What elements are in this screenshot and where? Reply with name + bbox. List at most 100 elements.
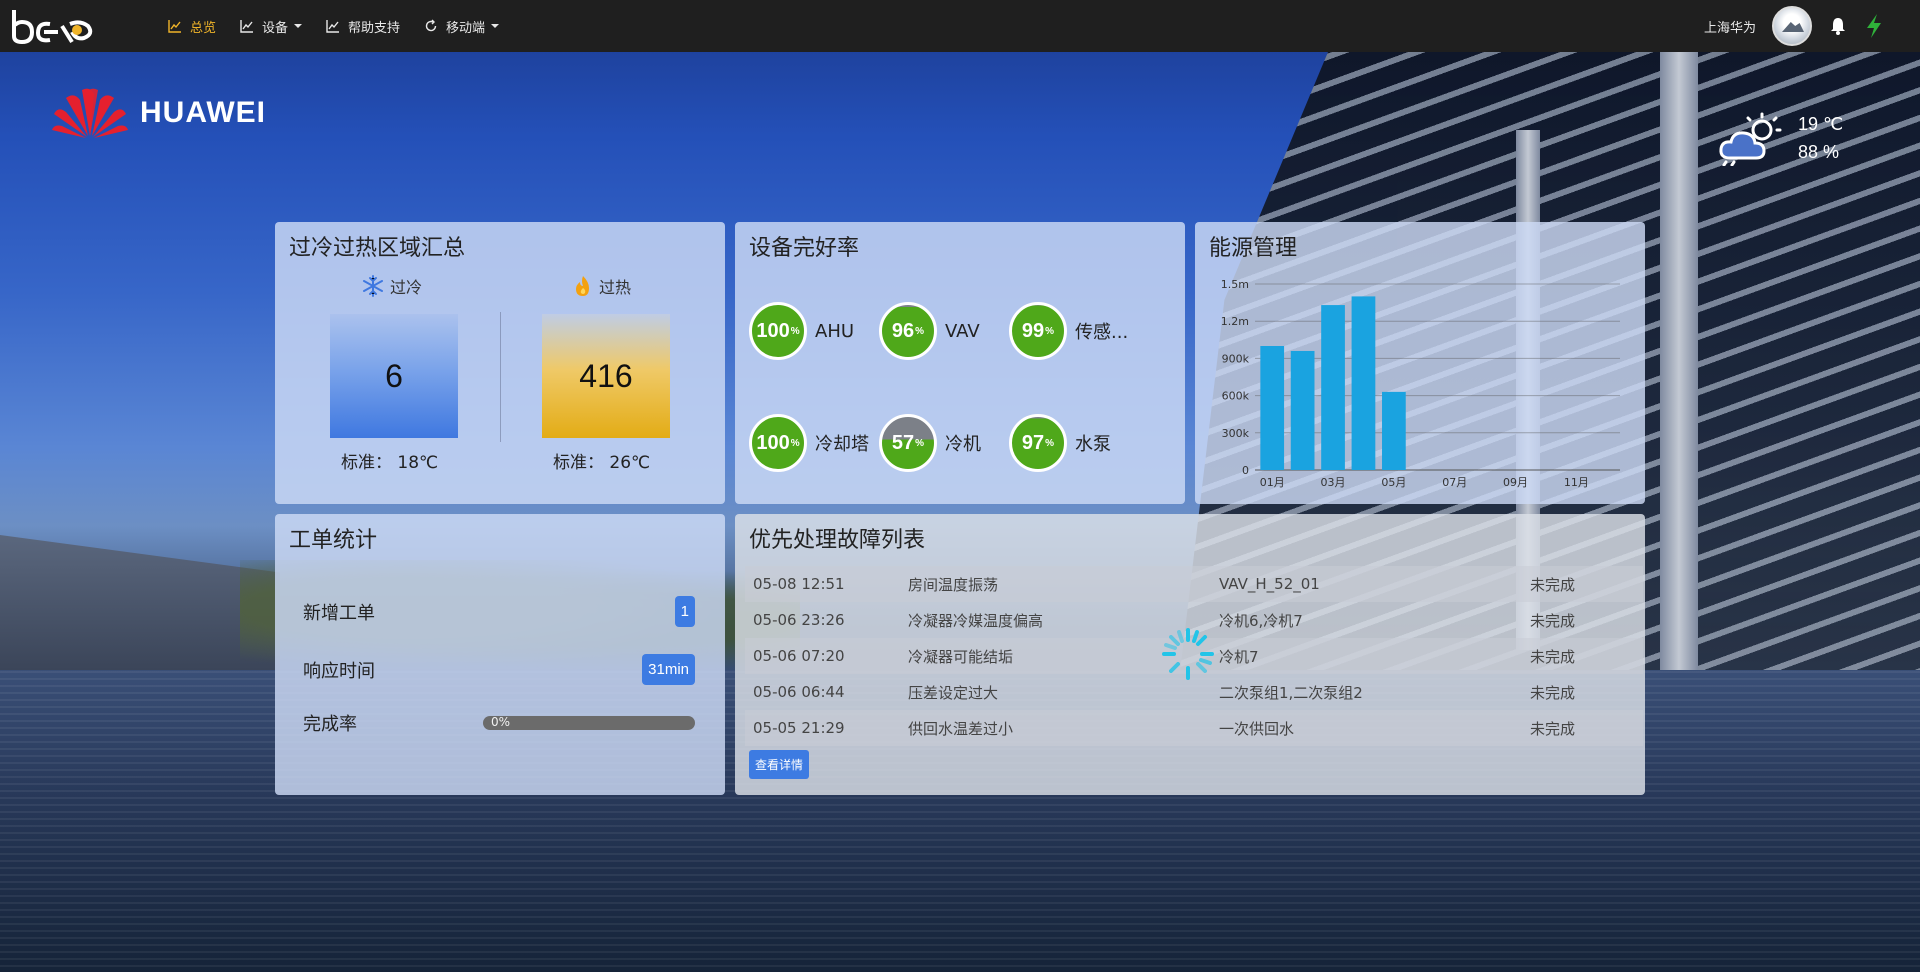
x-tick-label: 11月 <box>1564 476 1589 489</box>
energy-bar[interactable] <box>1321 305 1345 470</box>
caret-down-icon <box>294 24 303 28</box>
column-divider <box>500 312 501 442</box>
rate-value: 100 <box>756 431 790 454</box>
view-details-button[interactable]: 查看详情 <box>749 750 810 779</box>
energy-bar[interactable] <box>1351 296 1376 470</box>
fault-status-cell: 未完成 <box>1530 611 1576 630</box>
table-row[interactable]: 05-08 12:51 房间温度振荡 VAV_H_52_01 未完成 <box>745 566 1643 602</box>
energy-panel: 能源管理 0 300k 600k 900k 1.2m 1.5m 01月 03月 05月 07月 09… <box>1195 222 1645 504</box>
rate-unit: % <box>915 325 925 337</box>
panel-title: 过冷过热区域汇总 <box>289 236 466 261</box>
weather-widget: 19 ℃ 88 % <box>1718 110 1843 166</box>
x-tick-label: 07月 <box>1442 476 1467 489</box>
hot-label-text: 过热 <box>599 278 632 297</box>
rate-unit: % <box>915 437 925 449</box>
cloud-sun-icon <box>1719 112 1782 166</box>
cold-label: 过冷 <box>362 274 422 298</box>
app-logo[interactable] <box>10 6 100 46</box>
rate-label: 传感... <box>1075 322 1129 343</box>
nav-item-label: 帮助支持 <box>348 20 401 36</box>
energy-bar[interactable] <box>1382 391 1406 470</box>
fault-time-cell: 05-08 12:51 <box>753 575 845 593</box>
table-row[interactable]: 05-05 21:29 供回水温差过小 一次供回水 未完成 <box>745 710 1643 746</box>
weather-temperature: 19 ℃ <box>1798 114 1844 134</box>
avatar[interactable] <box>1772 6 1812 46</box>
nav-item-label: 总览 <box>190 20 217 36</box>
energy-bar-chart: 0 300k 600k 900k 1.2m 1.5m 01月 03月 05月 07月 09月 11月 <box>1221 278 1620 489</box>
bap-logo-icon <box>12 10 93 45</box>
overheat-panel: 过冷过热区域汇总 过冷 过热 6 416 标准： 18℃ 标准： 26℃ <box>275 222 725 504</box>
x-tick-label: 01月 <box>1260 476 1285 489</box>
user-name[interactable]: 上海华为 <box>1704 17 1756 36</box>
cold-label-text: 过冷 <box>390 278 423 297</box>
caret-down-icon <box>491 24 500 28</box>
rate-unit: % <box>1045 437 1055 449</box>
lightning-icon[interactable] <box>1864 13 1884 39</box>
equipment-panel: 设备完好率 100% AHU 96% VAV 99% 传感... 100% 冷却塔 57% 冷机 9… <box>735 222 1185 504</box>
hot-count: 416 <box>579 357 633 394</box>
fault-time-cell: 05-06 07:20 <box>753 647 845 665</box>
completion-text: 0% <box>491 716 511 729</box>
rate-label: 冷机 <box>945 434 981 455</box>
rate-label: 冷却塔 <box>815 434 869 455</box>
equipment-rate-item[interactable]: 100% 冷却塔 <box>749 414 869 472</box>
rate-unit: % <box>790 437 800 449</box>
rate-unit: % <box>790 325 800 337</box>
x-tick-label: 05月 <box>1381 476 1406 489</box>
panel-title: 设备完好率 <box>749 236 860 261</box>
nav-item-devices[interactable]: 设备 <box>240 17 303 36</box>
refresh-icon <box>425 19 437 32</box>
nav-item-help[interactable]: 帮助支持 <box>326 17 400 36</box>
rate-label: 水泵 <box>1075 434 1111 455</box>
fault-status-cell: 未完成 <box>1530 575 1576 594</box>
fault-issue-cell: 房间温度振荡 <box>908 575 999 594</box>
completion-label: 完成率 <box>303 714 357 735</box>
new-workorder-badge[interactable]: 1 <box>674 596 695 627</box>
equipment-rate-item[interactable]: 100% AHU <box>749 302 854 360</box>
panel-title: 优先处理故障列表 <box>749 528 926 553</box>
response-time-label: 响应时间 <box>303 660 375 682</box>
line-chart-icon <box>326 20 340 33</box>
fault-issue-cell: 供回水温差过小 <box>908 719 1014 738</box>
rate-value: 96 <box>891 319 915 342</box>
nav-item-label: 移动端 <box>446 20 486 36</box>
y-tick-label: 0 <box>1242 464 1249 477</box>
rate-ring: 100% <box>749 414 807 472</box>
equipment-rate-item[interactable]: 97% 水泵 <box>1009 414 1111 472</box>
new-workorder-label: 新增工单 <box>303 602 375 624</box>
equipment-rate-item[interactable]: 57% 冷机 <box>879 414 981 472</box>
flame-icon <box>576 276 589 296</box>
y-tick-label: 1.5m <box>1221 278 1249 291</box>
panel-title: 工单统计 <box>289 528 378 553</box>
bell-icon[interactable] <box>1828 16 1848 36</box>
rate-ring: 97% <box>1009 414 1067 472</box>
cold-count: 6 <box>385 357 403 394</box>
fault-time-cell: 05-06 23:26 <box>753 611 845 629</box>
nav-item-mobile[interactable]: 移动端 <box>424 17 500 36</box>
nav-menu: 总览 设备 帮助支持 移动端 <box>168 0 500 52</box>
energy-bar[interactable] <box>1260 346 1285 470</box>
weather-humidity: 88 % <box>1798 142 1840 162</box>
fault-device-cell: 二次泵组1,二次泵组2 <box>1219 683 1363 702</box>
rate-ring: 96% <box>879 302 937 360</box>
equipment-rate-item[interactable]: 99% 传感... <box>1009 302 1128 360</box>
cold-count-box[interactable]: 6 <box>330 314 458 438</box>
fault-device-cell: 一次供回水 <box>1219 719 1295 738</box>
rate-value: 57 <box>891 431 915 454</box>
response-time-row: 响应时间 31min <box>303 654 695 685</box>
line-chart-icon <box>240 20 254 33</box>
top-navbar: 总览 设备 帮助支持 移动端 上海华为 <box>0 0 1920 52</box>
loading-spinner-icon <box>1162 628 1214 680</box>
building-pillar <box>1660 52 1698 672</box>
rate-value: 100 <box>756 319 790 342</box>
energy-bar[interactable] <box>1290 350 1315 470</box>
fault-status-cell: 未完成 <box>1530 647 1576 666</box>
response-time-badge[interactable]: 31min <box>642 654 695 685</box>
nav-item-overview[interactable]: 总览 <box>168 17 216 36</box>
fault-status-cell: 未完成 <box>1530 719 1576 738</box>
equipment-rate-item[interactable]: 96% VAV <box>879 302 980 360</box>
x-tick-label: 03月 <box>1321 476 1346 489</box>
brand-name: HUAWEI <box>140 96 266 129</box>
huawei-flower-icon <box>52 88 128 138</box>
hot-count-box[interactable]: 416 <box>542 314 670 438</box>
